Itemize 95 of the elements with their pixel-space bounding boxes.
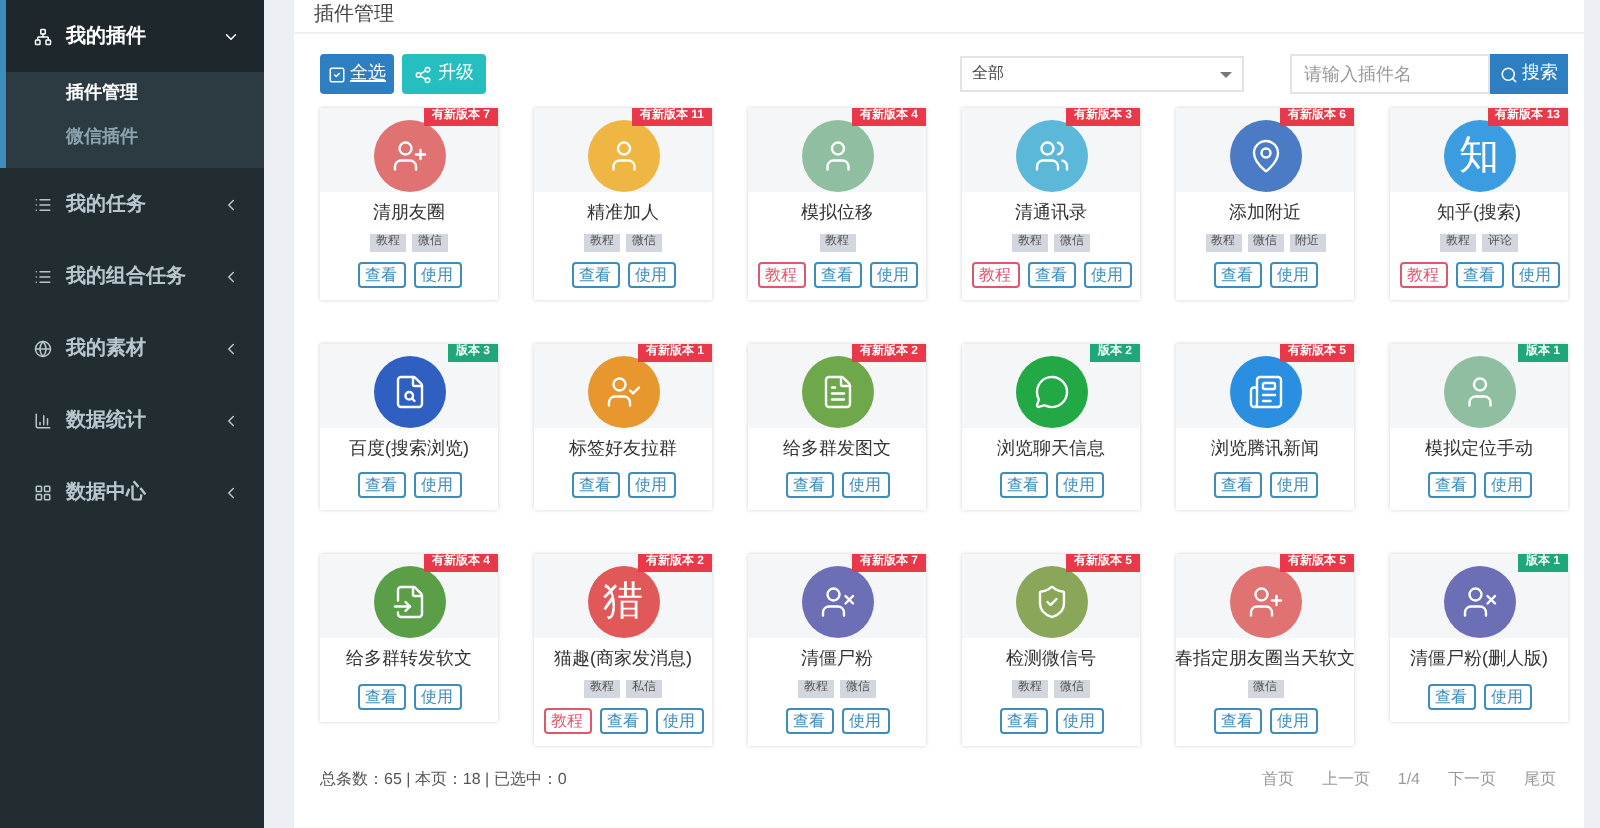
plugin-name: 浏览腾讯新闻 [1211,435,1319,461]
plugin-name: 猫趣(商家发消息) [554,646,692,672]
plugin-logo: 猎 [587,566,659,638]
use-button[interactable]: 使用 [841,707,889,733]
chevron-left-icon [222,267,240,285]
view-button[interactable]: 查看 [1427,472,1475,498]
tutorial-button[interactable]: 教程 [971,261,1019,287]
view-button[interactable]: 查看 [999,472,1047,498]
search-button[interactable]: 搜索 [1490,54,1568,94]
sitemap-icon [34,27,52,45]
view-button[interactable]: 查看 [357,261,405,287]
search-icon [1500,65,1518,83]
view-button[interactable]: 查看 [813,261,861,287]
view-button[interactable]: 查看 [785,707,833,733]
pagination-link[interactable]: 尾页 [1524,768,1556,792]
plugin-name: 模拟定位手动 [1425,435,1533,461]
plugin-name: 清通讯录 [1015,200,1087,226]
upgrade-button[interactable]: 升级 [402,54,486,94]
view-button[interactable]: 查看 [1427,683,1475,709]
sidebar-item[interactable]: 我的素材 [6,312,264,384]
globe-icon [34,339,52,357]
grid-icon [34,483,52,501]
plugin-name: 精准加人 [587,200,659,226]
pagination-link[interactable]: 1/4 [1397,768,1420,792]
plugin-logo: 知 [1443,120,1515,192]
view-button[interactable]: 查看 [571,261,619,287]
use-button[interactable]: 使用 [413,261,461,287]
use-button[interactable]: 使用 [1269,261,1317,287]
pagination-link[interactable]: 上一页 [1321,768,1370,792]
use-button[interactable]: 使用 [1055,472,1103,498]
use-button[interactable]: 使用 [1269,707,1317,733]
sidebar-item[interactable]: 我的组合任务 [6,240,264,312]
bar-chart-icon [34,411,52,429]
use-button[interactable]: 使用 [1483,683,1531,709]
submenu-item[interactable]: 微信插件 [6,116,264,160]
plugin-name: 清僵尸粉 [801,646,873,672]
use-button[interactable]: 使用 [413,472,461,498]
view-button[interactable]: 查看 [1455,261,1503,287]
filter-select[interactable]: 全部 [960,56,1244,92]
sidebar-item[interactable]: 我的插件 [6,0,264,72]
view-button[interactable]: 查看 [357,472,405,498]
view-button[interactable]: 查看 [1213,261,1261,287]
view-button[interactable]: 查看 [357,683,405,709]
sidebar-item[interactable]: 我的任务 [6,168,264,240]
plugin-name: 百度(搜索浏览) [349,435,469,462]
plugin-name: 给多群转发软文 [346,646,472,672]
view-button[interactable]: 查看 [785,472,833,498]
view-button[interactable]: 查看 [571,472,619,498]
select-all-button[interactable]: 全选 [320,54,394,94]
search-field[interactable]: 请输入插件名 [1290,54,1490,94]
summary-text: 总条数：65 | 本页：18 | 已选中：0 [320,768,567,792]
list-icon [34,195,52,213]
plugin-name: 添加附近 [1229,200,1301,226]
use-button[interactable]: 使用 [1055,707,1103,733]
submenu-item[interactable]: 插件管理 [6,72,264,116]
panel-title: 插件管理 [314,4,394,28]
use-button[interactable]: 使用 [841,472,889,498]
tutorial-button[interactable]: 教程 [1399,261,1447,287]
pagination-link[interactable]: 首页 [1261,768,1294,792]
use-button[interactable]: 使用 [1483,472,1531,498]
view-button[interactable]: 查看 [1213,707,1261,733]
plugin-name: 春指定朋友圈当天软文 [1175,646,1355,672]
pagination-link[interactable]: 下一页 [1448,768,1496,792]
use-button[interactable]: 使用 [627,261,675,287]
chevron-left-icon [222,483,240,501]
view-button[interactable]: 查看 [1213,472,1261,498]
sidebar-item[interactable]: 数据统计 [6,384,264,456]
plugin-name: 检测微信号 [1006,646,1096,672]
tutorial-button[interactable]: 教程 [757,261,805,287]
list-icon [34,267,52,285]
plugin-name: 清僵尸粉(删人版) [1410,646,1548,672]
chevron-left-icon [222,195,240,213]
checkbox-icon [328,65,346,83]
view-button[interactable]: 查看 [999,707,1047,733]
view-button[interactable]: 查看 [1027,261,1075,287]
use-button[interactable]: 使用 [1269,472,1317,498]
use-button[interactable]: 使用 [1083,261,1131,287]
use-button[interactable]: 使用 [655,707,703,733]
plugin-name: 给多群发图文 [783,435,891,461]
use-button[interactable]: 使用 [1511,261,1559,287]
plugin-name: 知乎(搜索) [1437,200,1521,226]
plugin-name: 清朋友圈 [373,200,445,226]
plugin-name: 浏览聊天信息 [997,435,1105,461]
use-button[interactable]: 使用 [627,472,675,498]
caret-icon [1220,71,1232,77]
tutorial-button[interactable]: 教程 [543,707,591,733]
use-button[interactable]: 使用 [869,261,917,287]
chevron-left-icon [222,339,240,357]
view-button[interactable]: 查看 [599,707,647,733]
use-button[interactable]: 使用 [413,683,461,709]
share-icon [414,65,432,83]
plugin-name: 标签好友拉群 [569,435,677,461]
plugin-name: 模拟位移 [801,200,873,226]
sidebar-item[interactable]: 数据中心 [6,456,264,528]
chevron-left-icon [222,411,240,429]
